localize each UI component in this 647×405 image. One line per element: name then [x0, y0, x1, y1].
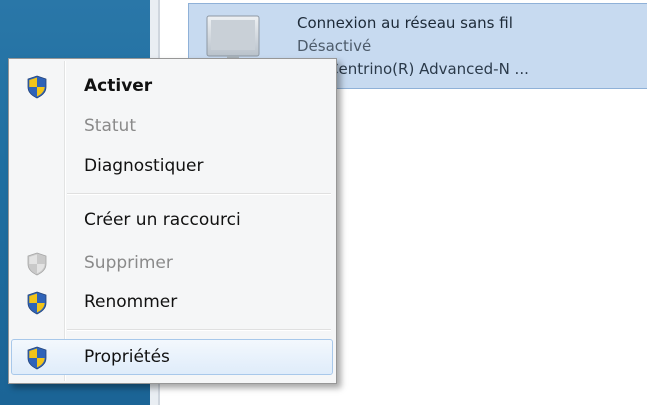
menu-separator [67, 193, 331, 195]
menu-item-label: Diagnostiquer [84, 156, 204, 176]
connection-status: Désactivé [297, 37, 372, 55]
menu-item-renommer[interactable]: Renommer [11, 284, 333, 320]
menu-item-label: Renommer [84, 292, 178, 312]
menu-item-label: Supprimer [84, 253, 173, 273]
uac-shield-icon [27, 291, 47, 315]
menu-item-diagnostiquer[interactable]: Diagnostiquer [11, 148, 333, 184]
context-menu: Activer Statut Diagnostiquer Créer un ra… [8, 58, 337, 384]
menu-item-supprimer: Supprimer [11, 245, 333, 281]
menu-item-statut: Statut [11, 108, 333, 144]
menu-item-creer-raccourci[interactable]: Créer un raccourci [11, 202, 333, 238]
menu-item-label: Activer [84, 76, 153, 96]
uac-shield-icon [27, 346, 47, 370]
menu-item-activer[interactable]: Activer [11, 68, 333, 104]
connection-name: Connexion au réseau sans fil [297, 14, 513, 32]
uac-shield-icon-disabled [27, 252, 47, 276]
menu-item-label: Statut [84, 116, 136, 136]
menu-item-label: Propriétés [84, 347, 170, 367]
menu-item-proprietes[interactable]: Propriétés [11, 339, 333, 375]
menu-separator [67, 329, 331, 331]
uac-shield-icon [27, 75, 47, 99]
menu-item-label: Créer un raccourci [84, 210, 241, 230]
